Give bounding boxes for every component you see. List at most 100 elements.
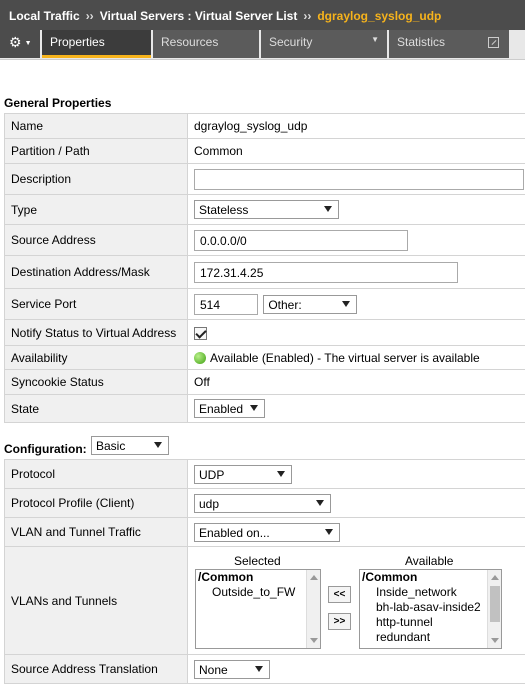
tab-resources[interactable]: Resources — [153, 30, 259, 58]
state-label: State — [4, 394, 188, 423]
name-label: Name — [4, 113, 188, 139]
caret-down-icon: ▼ — [371, 35, 379, 44]
caret-down-icon: ▼ — [24, 40, 32, 47]
tab-properties[interactable]: Properties — [42, 30, 151, 58]
description-input[interactable] — [194, 168, 524, 190]
available-item[interactable]: redundant — [360, 630, 501, 645]
protocol-select-value: UDP — [199, 467, 225, 482]
row-vlan-traffic: VLAN and Tunnel Traffic Enabled on... — [4, 517, 525, 547]
protocol-profile-select[interactable]: udp — [194, 493, 331, 513]
service-port-input[interactable]: 514 — [194, 293, 258, 315]
general-properties-title: General Properties — [4, 96, 112, 110]
breadcrumb-local-traffic[interactable]: Local Traffic — [9, 9, 80, 23]
available-item[interactable]: Inside_network — [360, 585, 501, 600]
breadcrumb-separator: ›› — [303, 9, 312, 23]
row-description: Description — [4, 163, 525, 195]
type-select[interactable]: Stateless — [194, 200, 339, 219]
vlan-traffic-label: VLAN and Tunnel Traffic — [4, 517, 188, 547]
row-protocol: Protocol UDP — [4, 459, 525, 489]
syncookie-value: Off — [187, 369, 525, 395]
breadcrumb-separator: ›› — [85, 9, 94, 23]
availability-label: Availability — [4, 345, 188, 370]
available-item[interactable]: bh-lab-asav-inside2 — [360, 600, 501, 615]
selected-scrollbar[interactable] — [306, 570, 320, 648]
scroll-down-icon — [491, 638, 499, 643]
source-address-input[interactable]: 0.0.0.0/0 — [194, 229, 408, 251]
type-select-value: Stateless — [199, 203, 249, 217]
service-port-label: Service Port — [4, 288, 188, 320]
vlan-traffic-select[interactable]: Enabled on... — [194, 522, 340, 542]
external-link-icon[interactable] — [488, 37, 499, 48]
notify-status-label: Notify Status to Virtual Address — [4, 319, 188, 346]
row-snat: Source Address Translation None — [4, 654, 525, 684]
chevron-down-icon — [316, 499, 324, 506]
snat-label: Source Address Translation — [4, 654, 188, 684]
row-source-address: Source Address 0.0.0.0/0 — [4, 224, 525, 256]
row-syncookie: Syncookie Status Off — [4, 369, 525, 395]
snat-select[interactable]: None — [194, 659, 270, 679]
status-available-icon — [194, 351, 206, 364]
partition-label: Partition / Path — [4, 138, 188, 164]
name-value: dgraylog_syslog_udp — [187, 113, 525, 139]
available-vlans-list[interactable]: /Common Inside_network bh-lab-asav-insid… — [359, 569, 502, 649]
vlan-traffic-select-value: Enabled on... — [199, 525, 270, 540]
general-properties-table: Name dgraylog_syslog_udp Partition / Pat… — [4, 113, 525, 423]
tab-statistics-label: Statistics — [397, 35, 446, 49]
row-availability: Availability Available (Enabled) - The v… — [4, 345, 525, 370]
tab-statistics[interactable]: Statistics — [389, 30, 509, 58]
chevron-down-icon — [255, 665, 263, 672]
state-select[interactable]: Enabled — [194, 399, 265, 418]
available-scrollbar[interactable] — [487, 570, 501, 648]
selected-vlans-list[interactable]: /Common Outside_to_FW — [195, 569, 321, 649]
snat-select-value: None — [199, 662, 228, 677]
description-label: Description — [4, 163, 188, 195]
breadcrumb-virtual-server-list[interactable]: Virtual Servers : Virtual Server List — [100, 9, 298, 23]
state-select-value: Enabled — [199, 402, 244, 416]
destination-label: Destination Address/Mask — [4, 255, 188, 289]
source-address-label: Source Address — [4, 224, 188, 256]
move-right-button[interactable]: >> — [328, 613, 351, 630]
row-name: Name dgraylog_syslog_udp — [4, 113, 525, 139]
available-item[interactable]: http-tunnel — [360, 615, 501, 630]
available-heading: Available — [405, 554, 454, 568]
tab-security-label: Security — [269, 35, 313, 49]
protocol-profile-select-value: udp — [199, 496, 220, 511]
tab-security[interactable]: Security ▼ — [261, 30, 387, 58]
type-label: Type — [4, 194, 188, 225]
protocol-label: Protocol — [4, 459, 188, 489]
configuration-mode-value: Basic — [96, 439, 126, 453]
row-type: Type Stateless — [4, 194, 525, 225]
destination-input[interactable]: 172.31.4.25 — [194, 261, 458, 283]
protocol-select[interactable]: UDP — [194, 464, 292, 484]
row-protocol-profile: Protocol Profile (Client) udp — [4, 488, 525, 518]
scroll-down-icon — [310, 638, 318, 643]
scroll-up-icon — [491, 575, 499, 580]
selected-group: /Common — [198, 570, 254, 584]
service-port-select-value: Other: — [268, 297, 302, 312]
tab-bar: ⚙ ▼ Properties Resources Security ▼ Stati… — [0, 30, 525, 60]
service-port-select[interactable]: Other: — [263, 294, 358, 314]
row-partition: Partition / Path Common — [4, 138, 525, 164]
selected-item[interactable]: Outside_to_FW — [196, 585, 320, 600]
scroll-thumb[interactable] — [490, 586, 500, 622]
chevron-down-icon — [342, 300, 351, 307]
configuration-title: Configuration: — [4, 442, 87, 456]
partition-value: Common — [187, 138, 525, 164]
selected-heading: Selected — [234, 554, 281, 568]
row-service-port: Service Port 514 Other: — [4, 288, 525, 320]
move-left-button[interactable]: << — [328, 586, 351, 603]
vlans-tunnels-label: VLANs and Tunnels — [4, 546, 188, 655]
chevron-down-icon — [250, 405, 258, 411]
gear-icon: ⚙ — [9, 34, 22, 50]
breadcrumb-current: dgraylog_syslog_udp — [317, 9, 442, 23]
row-notify-status: Notify Status to Virtual Address — [4, 319, 525, 346]
chevron-down-icon — [154, 442, 162, 448]
row-destination: Destination Address/Mask 172.31.4.25 — [4, 255, 525, 289]
notify-status-checkbox[interactable] — [194, 326, 207, 340]
configuration-mode-select[interactable]: Basic — [91, 436, 169, 455]
settings-menu-button[interactable]: ⚙ ▼ — [0, 30, 40, 58]
scroll-up-icon — [310, 575, 318, 580]
breadcrumb: Local Traffic ›› Virtual Servers : Virtual… — [0, 0, 525, 30]
syncookie-label: Syncookie Status — [4, 369, 188, 395]
chevron-down-icon — [325, 528, 333, 535]
